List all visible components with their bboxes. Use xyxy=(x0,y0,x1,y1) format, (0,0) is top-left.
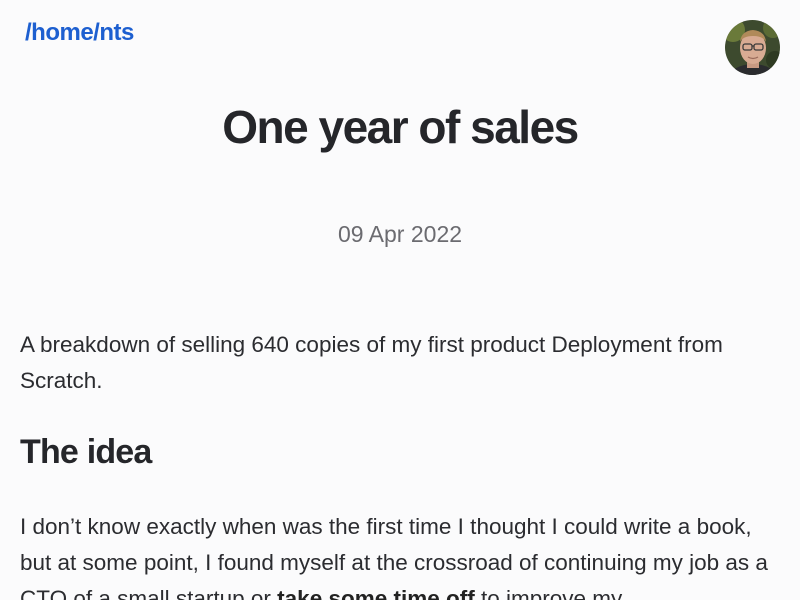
site-title-link[interactable]: /home/nts xyxy=(25,19,134,47)
author-avatar[interactable] xyxy=(725,20,780,75)
paragraph-bold-text: take some time off xyxy=(277,586,475,600)
post-content: A breakdown of selling 640 copies of my … xyxy=(20,327,780,600)
post-title: One year of sales xyxy=(222,101,579,153)
section-heading: The idea xyxy=(20,433,152,471)
avatar-photo-icon xyxy=(725,20,780,75)
paragraph-text-end: to improve my xyxy=(474,586,623,600)
post-date: 09 Apr 2022 xyxy=(337,221,463,247)
page: /home/nts One year of sales 09 Apr 2022 … xyxy=(0,0,800,600)
post-paragraph: I don’t know exactly when was the first … xyxy=(20,509,780,600)
post-intro: A breakdown of selling 640 copies of my … xyxy=(20,332,723,393)
